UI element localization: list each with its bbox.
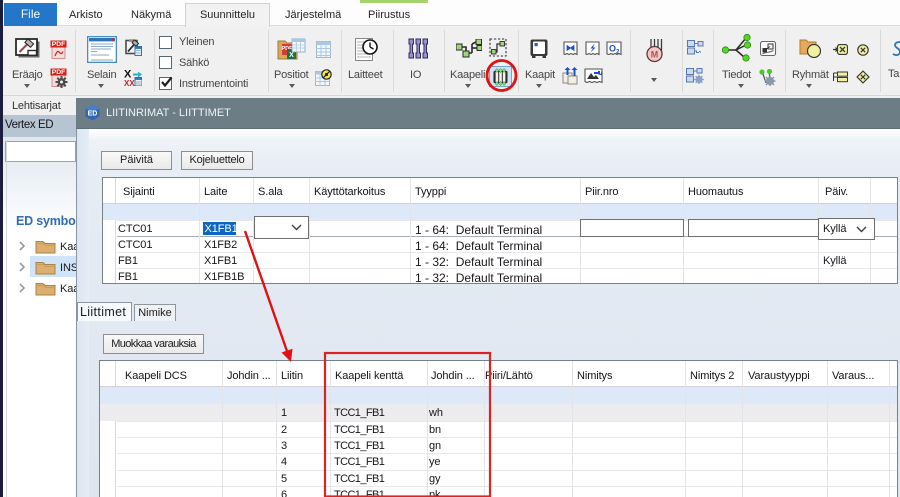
svg-text:PDF: PDF	[52, 69, 66, 76]
svg-text:XX: XX	[124, 79, 135, 86]
svg-text:X: X	[289, 52, 294, 59]
svg-text:M: M	[651, 50, 659, 60]
svg-text:ED: ED	[88, 111, 98, 118]
svg-text:PDF: PDF	[52, 41, 66, 48]
svg-text:O: O	[609, 44, 616, 54]
